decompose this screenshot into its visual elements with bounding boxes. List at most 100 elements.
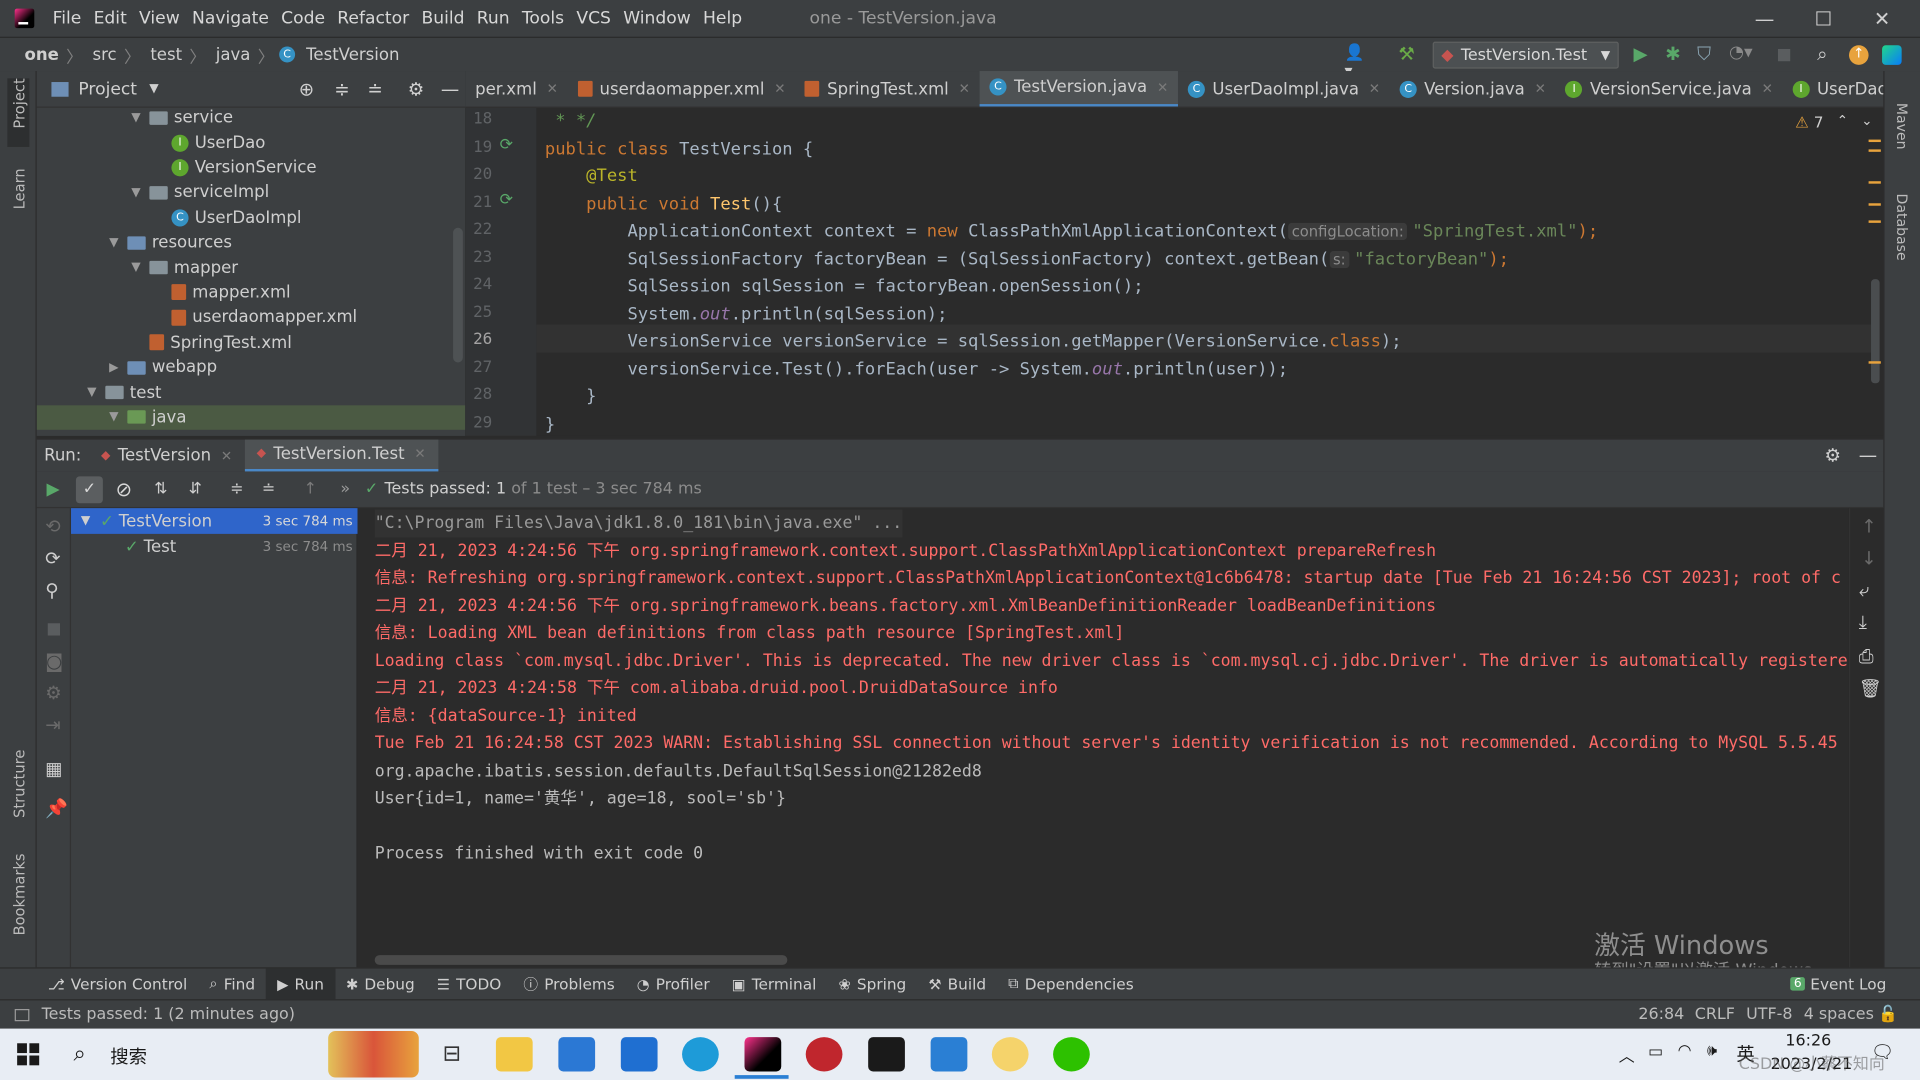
breadcrumb-src[interactable]: src (88, 45, 119, 65)
editor-tab[interactable]: SpringTest.xml ✕ (795, 71, 979, 107)
editor-tab[interactable]: C Version.java ✕ (1390, 71, 1556, 107)
project-tree-item[interactable]: ▼ java (36, 405, 466, 431)
redis-icon[interactable] (805, 1037, 843, 1072)
scroll-to-end-icon[interactable]: ⤓ (1859, 611, 1867, 633)
chevron-down-icon[interactable]: ▼ (130, 111, 142, 124)
project-panel-title[interactable]: Project (78, 79, 137, 99)
vscode-icon[interactable] (930, 1037, 968, 1072)
terminal-icon[interactable] (868, 1037, 905, 1072)
project-tree-item[interactable]: mapper.xml (37, 280, 466, 305)
project-tree-item[interactable]: ▼ mapper (37, 255, 466, 280)
run-icon[interactable]: ▶ (1633, 43, 1653, 65)
previous-highlight-icon[interactable]: ⌃ (1837, 113, 1848, 129)
edge-icon[interactable] (682, 1037, 719, 1072)
tool-tab[interactable]: ⎇ Version Control (37, 968, 199, 1000)
panel-toggle-icon[interactable] (14, 1008, 30, 1021)
menu-vcs[interactable]: VCS (570, 9, 617, 29)
minimize-button[interactable]: — (1736, 0, 1792, 37)
close-tab-icon[interactable]: ✕ (221, 448, 232, 464)
tool-tab[interactable]: ⧉ Dependencies (997, 968, 1145, 1000)
console-output[interactable]: "C:\Program Files\Java\jdk1.8.0_181\bin\… (357, 508, 1849, 968)
user-icon[interactable]: 👤▾ (1345, 44, 1365, 81)
prev-failed-icon[interactable]: ↑ (304, 480, 317, 498)
menu-window[interactable]: Window (617, 9, 697, 29)
sort-duration-icon[interactable]: ⇵ (189, 480, 202, 498)
show-ignored-toggle[interactable]: ⊘ (110, 476, 137, 503)
maximize-button[interactable]: ☐ (1795, 0, 1851, 37)
project-tree-item[interactable]: ▼ service (37, 108, 466, 131)
camera-icon[interactable]: ◙ (45, 650, 63, 672)
line-separator[interactable]: CRLF (1695, 1005, 1735, 1023)
show-passed-toggle[interactable]: ✓ (75, 476, 103, 504)
wrench-icon[interactable]: ⚲ (45, 579, 58, 601)
layout-icon[interactable]: ▦ (45, 758, 62, 780)
expand-all-icon[interactable]: ≑ (230, 480, 243, 498)
editor-tab[interactable]: per.xml ✕ (465, 71, 567, 107)
close-tab-icon[interactable]: ✕ (774, 81, 785, 97)
editor-tab[interactable]: IUserDao.java✕ (1783, 71, 1883, 107)
project-tree-item[interactable]: userdaomapper.xml (37, 305, 466, 330)
chevron-down-icon[interactable]: ▼ (108, 411, 120, 424)
build-hammer-icon[interactable]: ⚒ (1398, 43, 1418, 65)
task-view-icon[interactable]: ⊟ (433, 1037, 470, 1071)
mail-icon[interactable] (620, 1037, 658, 1072)
locate-icon[interactable]: ⊕ (299, 78, 314, 100)
debug-icon[interactable]: ✱ (1665, 43, 1685, 65)
menu-code[interactable]: Code (275, 9, 331, 29)
chevron-down-icon[interactable]: ▼ (108, 236, 120, 249)
tool-tab[interactable]: ◔ Profiler (626, 968, 721, 1000)
chevron-down-icon[interactable]: ▼ (130, 261, 142, 274)
tool-tab[interactable]: ⚒ Build (917, 968, 997, 1000)
editor-tab[interactable]: userdaomapper.xml ✕ (568, 71, 796, 107)
warnings-indicator[interactable]: ⚠ 7 (1795, 113, 1823, 131)
event-log-button[interactable]: 6 Event Log (1790, 975, 1886, 993)
test-row[interactable]: ✓ Test 3 sec 784 ms (71, 534, 358, 560)
notification-icon[interactable]: 🗨 (1871, 1041, 1894, 1063)
store-icon[interactable] (558, 1037, 596, 1072)
hide-panel-icon[interactable]: — (1859, 444, 1877, 466)
app-icon[interactable] (991, 1037, 1029, 1072)
cursor-position[interactable]: 26:84 (1638, 1005, 1684, 1023)
menu-file[interactable]: File (47, 9, 88, 29)
close-tab-icon[interactable]: ✕ (959, 81, 970, 97)
clock-time[interactable]: 16:26 (1785, 1032, 1831, 1050)
more-icon[interactable]: » (340, 480, 350, 498)
close-tab-icon[interactable]: ✕ (1369, 81, 1380, 97)
tool-tab[interactable]: ⓘ Problems (512, 968, 625, 1000)
project-tree-item[interactable]: I UserDao (37, 130, 466, 155)
structure-tool-button[interactable]: Structure (11, 750, 28, 818)
project-tree-item[interactable]: ▼ resources (37, 230, 466, 255)
scroll-down-icon[interactable]: ↓ (1861, 547, 1876, 569)
profile-icon[interactable]: ◔▾ (1729, 43, 1753, 63)
file-explorer-icon[interactable] (495, 1037, 533, 1072)
run-test-method-icon[interactable]: ⟳ (500, 191, 513, 209)
next-highlight-icon[interactable]: ⌄ (1861, 113, 1872, 129)
search-icon[interactable]: ⌕ (73, 1041, 85, 1067)
database-tool-button[interactable]: Database (1893, 193, 1910, 260)
chevron-down-icon[interactable]: ▼ (86, 386, 98, 399)
project-tree-item[interactable]: ▶ webapp (37, 355, 466, 380)
project-tool-button[interactable]: Project (11, 78, 28, 128)
collapse-all-icon[interactable]: ≐ (262, 480, 275, 498)
intellij-taskbar-icon[interactable] (744, 1037, 782, 1072)
windows-start-icon[interactable] (17, 1043, 40, 1066)
soft-wrap-icon[interactable]: ⤶ (1859, 579, 1869, 601)
editor-tab[interactable]: I VersionService.java ✕ (1556, 71, 1783, 107)
file-encoding[interactable]: UTF-8 (1746, 1005, 1792, 1023)
chevron-down-icon[interactable]: ▼ (130, 186, 142, 199)
collapse-all-icon[interactable]: ≐ (367, 78, 382, 100)
indent-setting[interactable]: 4 spaces (1804, 1005, 1874, 1023)
close-tab-icon[interactable]: ✕ (1535, 81, 1546, 97)
toggle-auto-test-icon[interactable]: ⟳ (45, 547, 60, 569)
editor-tab[interactable]: C TestVersion.java ✕ (979, 71, 1179, 107)
tool-tab[interactable]: ☰ TODO (426, 968, 513, 1000)
close-tab-icon[interactable]: ✕ (1762, 81, 1773, 97)
run-tab-testversion-test[interactable]: ◆ TestVersion.Test ✕ (244, 438, 438, 473)
stop-icon[interactable] (47, 623, 61, 636)
tray-chevron-icon[interactable]: ︿ (1619, 1043, 1635, 1066)
wechat-icon[interactable] (1053, 1037, 1090, 1072)
tool-tab[interactable]: ▶ Run (266, 967, 335, 1000)
maven-tool-button[interactable]: Maven (1893, 103, 1910, 150)
test-row[interactable]: ▼ ✓ TestVersion 3 sec 784 ms (71, 508, 358, 534)
rerun-icon[interactable]: ▶ (47, 479, 60, 499)
